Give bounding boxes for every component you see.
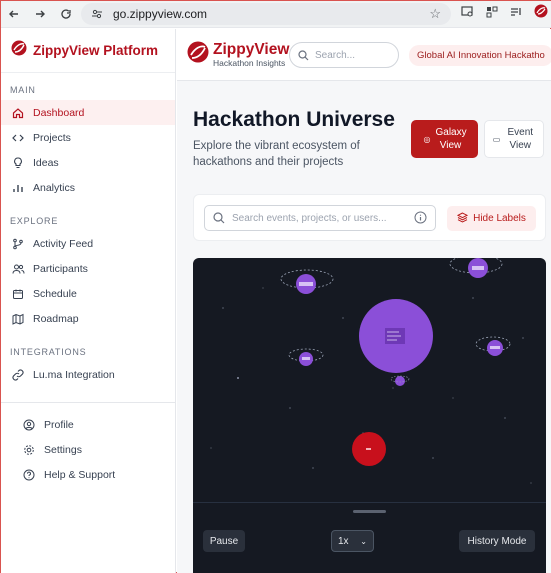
sidebar-item-participants[interactable]: Participants	[1, 256, 175, 281]
search-tabs-icon[interactable]	[461, 5, 474, 23]
sidebar-item-activity-feed[interactable]: Activity Feed	[1, 231, 175, 256]
chevron-down-icon: ⌄	[360, 536, 367, 546]
project-moon[interactable]	[395, 376, 405, 386]
info-icon[interactable]	[414, 211, 427, 227]
header-search-placeholder: Search...	[315, 49, 356, 61]
forward-icon[interactable]	[27, 1, 53, 27]
section-title-integrations: INTEGRATIONS	[10, 347, 87, 357]
search-icon	[298, 49, 309, 61]
sidebar-item-help[interactable]: Help & Support	[1, 462, 176, 487]
event-view-label: Event View	[507, 127, 534, 151]
sidebar-brand[interactable]: ZippyView Platform	[1, 29, 175, 73]
sidebar-item-label: Projects	[33, 131, 71, 144]
galaxy-canvas[interactable]: Pause 1x ⌄ History Mode	[193, 258, 546, 573]
section-title-explore: EXPLORE	[10, 216, 59, 226]
top-header: ZippyView Hackathon Insights Search... G…	[177, 29, 551, 81]
lightbulb-icon	[11, 156, 25, 170]
help-circle-icon	[22, 468, 36, 482]
logo-title: ZippyView	[213, 41, 290, 58]
sidebar-item-label: Dashboard	[33, 106, 85, 119]
galaxy-visualization	[210, 258, 532, 484]
logo-subtitle: Hackathon Insights	[213, 57, 286, 68]
planet-label-badge	[299, 282, 313, 286]
map-icon	[11, 312, 25, 326]
link-icon	[11, 368, 25, 382]
event-view-button[interactable]: ▭ Event View	[484, 120, 544, 158]
home-icon	[11, 106, 25, 120]
galaxy-icon: ◎	[423, 134, 431, 144]
bar-chart-icon	[11, 181, 25, 195]
main-content: ZippyView Hackathon Insights Search... G…	[177, 29, 551, 573]
sidebar-item-label: Participants	[33, 262, 88, 275]
profile-avatar-icon[interactable]	[534, 4, 548, 23]
sidebar-item-label: Activity Feed	[33, 237, 94, 250]
sidebar-item-schedule[interactable]: Schedule	[1, 281, 175, 306]
sidebar-item-label: Settings	[44, 443, 82, 456]
users-icon	[11, 262, 25, 276]
url-text: go.zippyview.com	[113, 7, 208, 21]
calendar-icon: ▭	[492, 134, 501, 144]
sidebar-item-label: Help & Support	[44, 468, 116, 481]
bookmark-star-icon[interactable]: ☆	[429, 6, 441, 22]
address-bar[interactable]: go.zippyview.com ☆	[81, 3, 451, 25]
sidebar-item-label: Roadmap	[33, 312, 79, 325]
site-settings-icon[interactable]	[89, 6, 105, 22]
universe-search-input[interactable]: Search events, projects, or users...	[204, 205, 436, 231]
header-logo[interactable]: ZippyView Hackathon Insights	[187, 41, 289, 68]
code-icon	[11, 131, 25, 145]
hide-labels-button[interactable]: Hide Labels	[447, 206, 536, 231]
filter-bar: Search events, projects, or users... Hid…	[193, 194, 546, 241]
calendar-icon	[11, 287, 25, 301]
zippyview-logo-icon	[11, 40, 27, 61]
sidebar-footer: Profile Settings Help & Support	[1, 402, 176, 487]
red-star-label	[366, 448, 371, 450]
sidebar-item-label: Lu.ma Integration	[33, 368, 115, 381]
event-selector-chip[interactable]: Global AI Innovation Hackatho	[409, 45, 551, 66]
user-icon	[22, 418, 36, 432]
header-search-input[interactable]: Search...	[289, 42, 399, 68]
sidebar-item-analytics[interactable]: Analytics	[1, 175, 175, 200]
back-icon[interactable]	[1, 1, 27, 27]
planet-label-badge	[490, 346, 500, 349]
galaxy-view-button[interactable]: ◎ Galaxy View	[411, 120, 478, 158]
drag-handle[interactable]	[353, 510, 386, 513]
sidebar-item-label: Profile	[44, 418, 74, 431]
page-subtitle: Explore the vibrant ecosystem of hackath…	[193, 140, 360, 168]
extensions-icon[interactable]	[486, 5, 498, 23]
sidebar-item-luma-integration[interactable]: Lu.ma Integration	[1, 362, 175, 387]
universe-search-placeholder: Search events, projects, or users...	[232, 212, 387, 224]
section-title-main: MAIN	[10, 85, 36, 95]
history-mode-button[interactable]: History Mode	[459, 530, 535, 552]
sidebar-item-label: Ideas	[33, 156, 59, 169]
brand-name: ZippyView Platform	[33, 43, 159, 58]
git-branch-icon	[11, 237, 25, 251]
speed-value: 1x	[338, 535, 349, 547]
sidebar-item-label: Schedule	[33, 287, 77, 300]
sidebar-item-dashboard[interactable]: Dashboard	[1, 100, 175, 125]
search-icon	[213, 212, 225, 224]
zippyview-logo-icon	[187, 41, 209, 68]
page-title: Hackathon Universe	[193, 108, 395, 131]
browser-toolbar: go.zippyview.com ☆	[1, 1, 551, 28]
sidebar-item-roadmap[interactable]: Roadmap	[1, 306, 175, 331]
speed-select[interactable]: 1x ⌄	[331, 530, 374, 552]
sidebar: ZippyView Platform MAIN Dashboard Projec…	[1, 29, 176, 573]
sidebar-item-settings[interactable]: Settings	[1, 437, 176, 462]
sidebar-item-projects[interactable]: Projects	[1, 125, 175, 150]
planet-label-badge	[472, 266, 484, 270]
sidebar-item-profile[interactable]: Profile	[1, 412, 176, 437]
sidebar-item-label: Analytics	[33, 181, 76, 194]
reload-icon[interactable]	[53, 1, 79, 27]
pause-button[interactable]: Pause	[203, 530, 245, 552]
hide-labels-label: Hide Labels	[473, 213, 526, 224]
sidebar-item-ideas[interactable]: Ideas	[1, 150, 175, 175]
playback-controls: Pause 1x ⌄ History Mode	[193, 502, 546, 573]
layers-icon	[456, 211, 469, 226]
galaxy-view-label: Galaxy View	[435, 127, 467, 151]
planet-label-badge	[302, 357, 310, 360]
media-controls-icon[interactable]	[510, 5, 522, 23]
gear-icon	[22, 443, 36, 457]
